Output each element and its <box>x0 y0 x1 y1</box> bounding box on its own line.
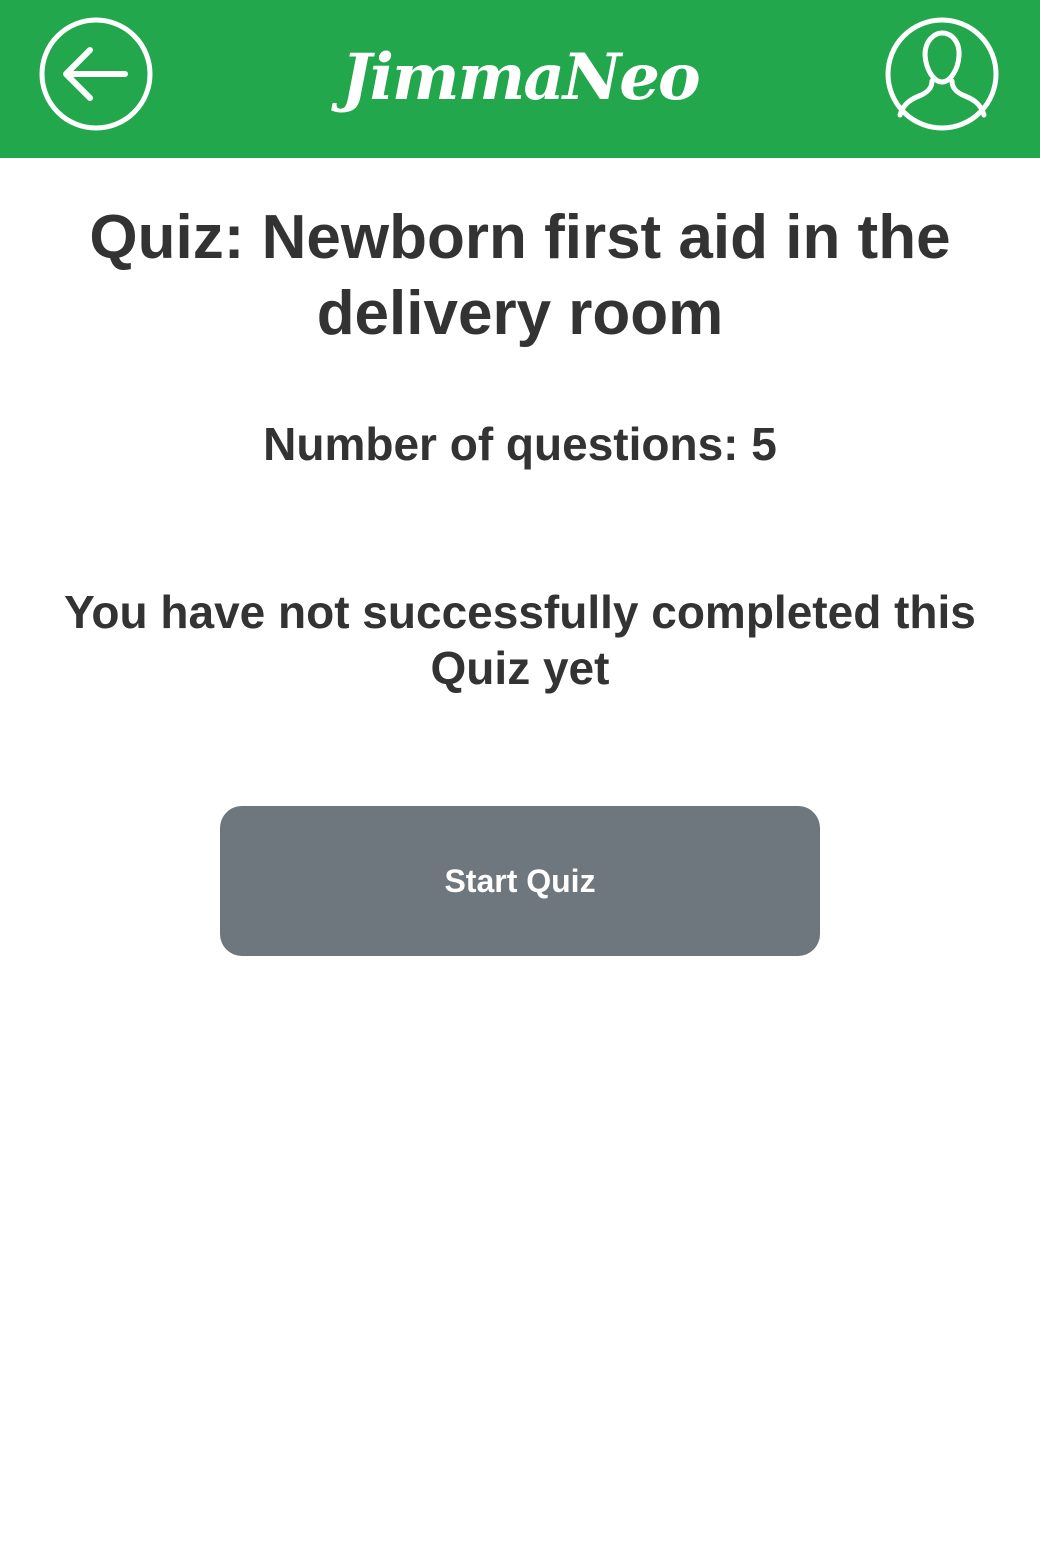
app-logo: JimmaNeo <box>341 40 700 115</box>
user-circle-icon <box>885 17 999 131</box>
arrow-left-circle-icon <box>39 17 153 131</box>
page-title: Quiz: Newborn first aid in the delivery … <box>89 203 951 348</box>
quiz-screen: JimmaNeo Quiz: Newborn first aid in the … <box>0 0 1040 1564</box>
question-count: Number of questions: 5 <box>263 418 777 470</box>
app-header: JimmaNeo <box>0 0 1040 158</box>
completion-status: You have not successfully completed this… <box>64 586 976 694</box>
back-button[interactable] <box>39 17 153 131</box>
start-quiz-button[interactable]: Start Quiz <box>220 806 820 956</box>
profile-button[interactable] <box>885 17 999 131</box>
